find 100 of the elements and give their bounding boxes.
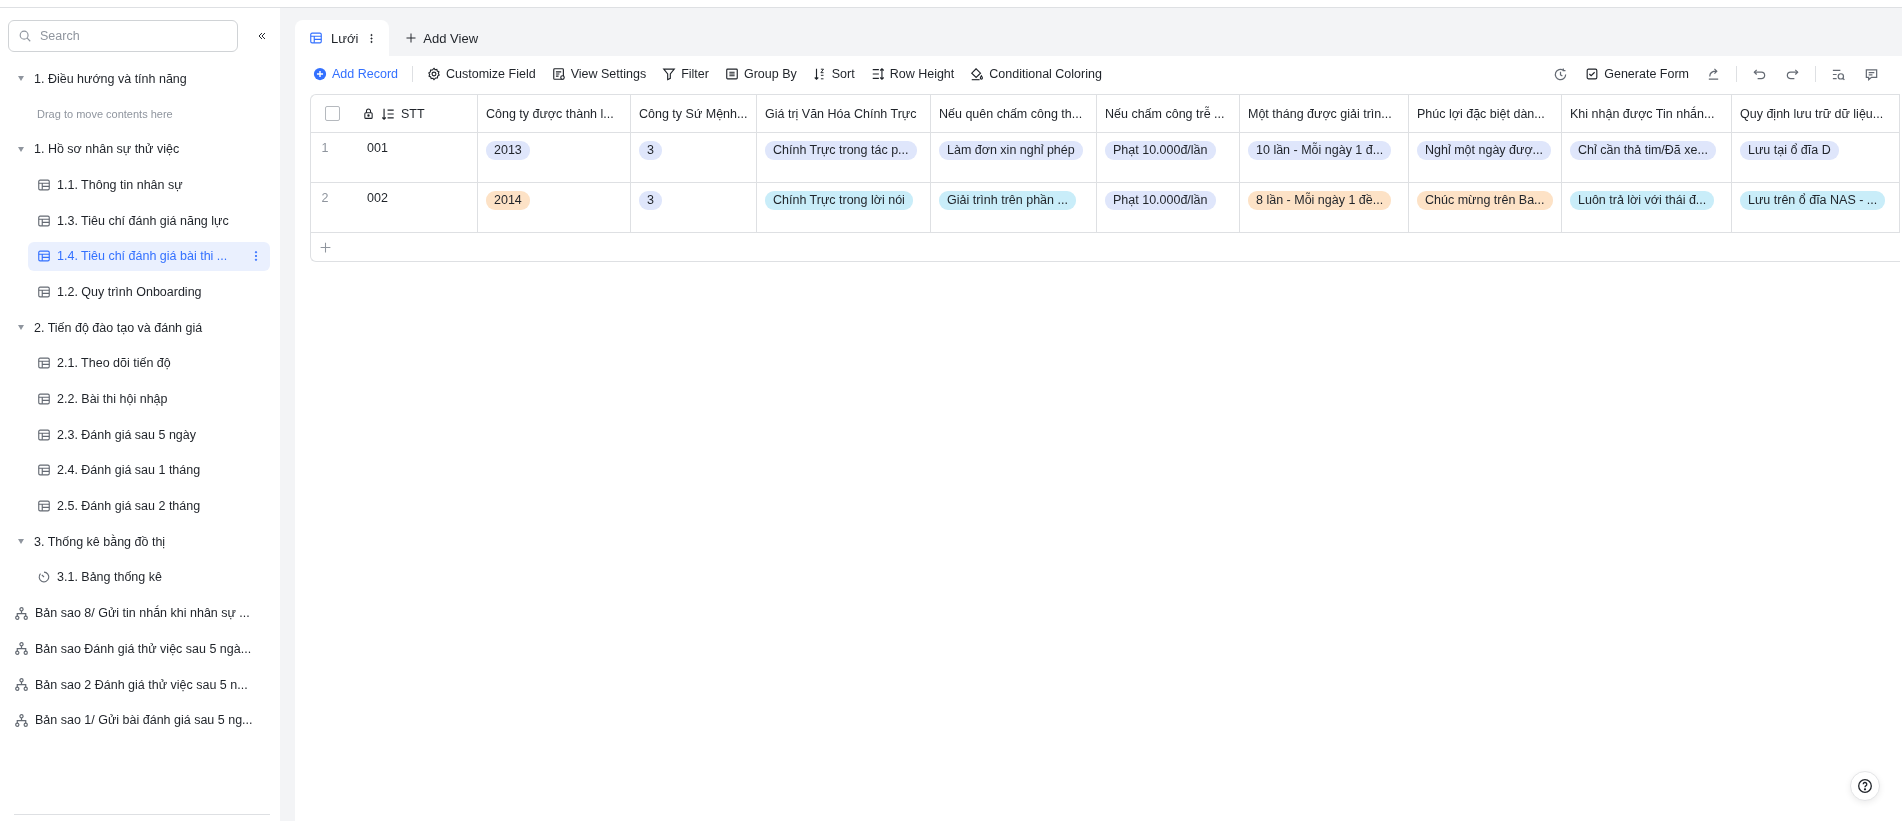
comment-icon[interactable] [1864,66,1879,82]
folder-item[interactable]: 1. Hồ sơ nhân sự thử việc [0,134,270,164]
workflow-icon [14,605,29,621]
help-icon [1857,778,1873,794]
tag: Làm đơn xin nghỉ phép [939,141,1083,160]
table-icon [37,499,51,514]
tag: Lưu trên ổ đĩa NAS - ... [1740,191,1886,210]
sidebar-item[interactable]: Bản sao Đánh giá thử việc sau 5 ngà... [0,634,270,664]
tag: Phạt 10.000đ/lần [1105,141,1216,160]
sidebar-item[interactable]: 3.1. Bảng thống kê [28,562,270,592]
column-header[interactable]: Khi nhận được Tin nhắn... [1570,106,1715,121]
settings-icon [551,67,566,81]
folder-item[interactable]: 2. Tiến độ đào tạo và đánh giá [0,313,270,343]
column-header[interactable]: Một tháng được giải trìn... [1248,106,1392,121]
column-header[interactable]: Công ty được thành l... [486,106,614,121]
sidebar-item[interactable]: 2.4. Đánh giá sau 1 tháng [28,455,270,485]
tag: Chúc mừng trên Ba... [1417,191,1553,210]
sidebar-item[interactable]: 2.1. Theo dõi tiến độ [28,348,270,378]
add-record-button[interactable]: Add Record [313,63,406,85]
toolbar-button[interactable]: Generate Form [1577,63,1697,85]
column-header[interactable]: Giá trị Văn Hóa Chính Trực [765,106,917,121]
share-icon[interactable] [1706,66,1721,82]
table-icon [37,213,51,228]
tag: Giải trình trên phần ... [939,191,1076,210]
row-height-icon [870,67,885,81]
select-all-checkbox[interactable] [325,106,340,121]
column-header[interactable]: Nếu quên chấm công th... [939,106,1083,121]
sidebar-item[interactable]: Bản sao 1/ Gửi bài đánh giá sau 5 ng... [0,705,270,735]
caret-icon [18,146,24,152]
table-cell: 001 [367,141,388,155]
workflow-icon [14,641,29,657]
table-icon [37,392,51,406]
folder-item[interactable]: 1. Điều hướng và tính năng [0,64,270,93]
tag: Chính Trực trong tác p... [765,141,917,160]
column-header[interactable]: Công ty Sứ Mệnh... [639,106,748,121]
tag: 8 lần - Mỗi ngày 1 đề... [1248,191,1392,210]
sidebar-item[interactable]: 1.2. Quy trình Onboarding [28,277,270,307]
help-button[interactable] [1850,771,1880,801]
row-number: 2 [320,191,330,205]
form-icon [1585,67,1600,81]
caret-icon [18,325,24,331]
collapse-sidebar-icon[interactable] [256,30,268,42]
sidebar-item[interactable]: 1.1. Thông tin nhân sự [28,170,270,200]
list-sort-icon [381,106,395,121]
row-number: 1 [320,141,330,155]
workflow-icon [14,712,29,728]
table-icon [37,177,51,192]
toolbar-button[interactable]: Conditional Coloring [962,63,1110,85]
column-header[interactable]: Nếu chấm công trễ ... [1105,106,1225,121]
sidebar-item[interactable]: Bản sao 2 Đánh giá thử việc sau 5 n... [0,670,270,699]
tag: Lưu tại ổ đĩa D [1740,141,1839,160]
plus-icon [405,32,418,44]
column-header[interactable]: Quy định lưu trữ dữ liệu... [1740,106,1884,121]
toolbar-button[interactable]: Customize Field [419,63,544,85]
table-icon [37,463,51,478]
search-field[interactable]: Search [8,20,238,52]
caret-icon [18,76,24,81]
sidebar-item[interactable]: 1.4. Tiêu chí đánh giá bài thi ... [28,241,270,271]
tag: Nghỉ một ngày đượ... [1417,141,1551,160]
sidebar-item[interactable]: 1.3. Tiêu chí đánh giá năng lực [28,206,270,236]
add-icon [313,67,327,81]
gauge-icon [37,570,51,585]
search-icon [18,29,32,43]
table-icon [37,284,51,299]
filter-icon [662,67,677,81]
table-icon [37,427,51,442]
view-tab[interactable]: Lưới [295,20,390,56]
toolbar-button[interactable]: Row Height [862,63,963,85]
drop-hint: Drag to move contents here [36,107,174,123]
toolbar-button[interactable]: Filter [654,63,717,85]
toolbar-button[interactable]: Group By [716,63,805,85]
column-header[interactable]: Phúc lợi đặc biệt dàn... [1417,106,1545,121]
tag: 3 [639,141,662,160]
tag: 2013 [486,141,530,160]
workflow-icon [14,677,29,692]
toolbar-button[interactable]: View Settings [543,63,655,85]
table-icon [37,249,51,264]
tag: Chính Trực trong lời nói [765,191,913,210]
add-view-button[interactable]: Add View [397,20,487,56]
gear-icon [427,67,441,81]
sidebar-item[interactable]: 2.5. Đánh giá sau 2 tháng [28,491,270,521]
toolbar-button[interactable]: Sort [804,63,863,85]
group-icon [724,67,739,81]
table-icon [37,356,51,371]
sidebar-item[interactable]: 2.3. Đánh giá sau 5 ngày [28,420,270,450]
sort-icon [812,67,827,81]
caret-icon [18,539,24,545]
folder-item[interactable]: 3. Thống kê bằng đồ thị [0,527,270,557]
add-row-icon[interactable] [319,240,332,254]
tag: Luôn trả lời với thái đ... [1570,191,1715,210]
table-cell: 002 [367,191,388,205]
grid-icon [309,31,323,45]
lock-icon [362,107,375,120]
tag: Phạt 10.000đ/lần [1105,191,1216,210]
tag: 3 [639,191,662,210]
sidebar-item[interactable]: 2.2. Bài thi hội nhập [28,384,270,414]
column-header[interactable]: STT [401,106,425,121]
history-icon[interactable] [1553,66,1569,82]
sidebar-item[interactable]: Bản sao 8/ Gửi tin nhắn khi nhân sự ... [0,598,270,628]
paint-bucket-icon [970,67,985,81]
